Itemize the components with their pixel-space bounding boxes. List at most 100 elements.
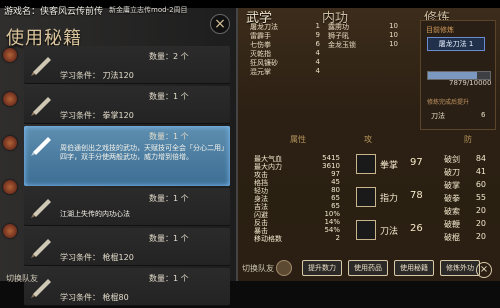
secret-desc: 周伯通创出之戏技的武功，天赋技可全会「分心二用」四字，双手分使两般武功，威力增到… [60,144,225,161]
resist-value: 20 [475,206,486,215]
stat-label: 最大内力 [254,163,282,171]
skill-name: 露雳功 [328,23,349,31]
brush-icon [31,97,51,116]
skill-name: 金龙玉锁 [328,41,356,49]
stat-label: 反击 [254,219,268,227]
skill-level: 4 [315,67,320,75]
skill-level: 4 [315,58,320,66]
fist-icon [356,154,376,174]
stat-label: 移动格数 [254,235,282,243]
rail-dot [3,224,17,238]
resist-label: 破拳 [444,194,460,203]
secrets-book-panel: 使用秘籍 × 数量：2 个 学习条件： 刀法120 数量：1 个 学习条件： 拳… [0,8,238,306]
resist-label: 破剑 [444,155,460,164]
resist-label: 破棍 [444,233,460,242]
row-label: 刀法 [431,112,445,120]
skill-row[interactable]: 屠龙刀法 1 露雳功 10 [250,22,412,31]
resist-label: 破鞭 [444,220,460,229]
use-item-button[interactable]: 使用药品 [348,260,388,276]
skill-row[interactable]: 狂风镰砂 4 [250,58,412,67]
skill-label: 刀法 [380,227,399,237]
secret-req: 学习条件： 枪棍120 [60,253,134,262]
stat-value: 97 [331,170,340,178]
attribute-stats: 最大气血 5415 最大内力 3610 攻击 97 格挡 45 轻功 80 身法 65 吉法… [254,154,354,243]
close-right-button[interactable]: × [476,262,492,278]
skill-row[interactable]: 雷霹手 9 狮子吼 10 [250,31,412,40]
skill-row[interactable]: 灭乾指 4 [250,49,412,58]
game-title-bar: 游戏名：侠客风云传前传 新金庸立志传mod-2周目 [0,0,240,20]
resist-label: 破刀 [444,168,460,177]
secret-item-selected[interactable]: 数量：1 个 周伯通创出之戏技的武功，天赋技可全会「分心二用」四字，双手分使两般… [24,126,230,186]
secret-req: 学习条件： 拳掌120 [60,111,134,120]
switch-companion-icon[interactable] [276,260,292,276]
brush-icon [31,137,51,156]
skill-row[interactable]: 混元掌 4 [250,67,412,76]
defense-stats: 破剑 84 破刀 41 破掌 60 破拳 55 破索 20 破鞭 20 破棍 20 [444,154,494,245]
current-skill[interactable]: 屠龙刀法 1 [427,37,485,51]
secret-qty: 数量：2 个 [149,52,189,61]
action-buttons: 提升数力 使用药品 使用秘籍 修炼外功 [302,260,480,276]
stat-value: 45 [331,178,340,186]
secret-item[interactable]: 数量：1 个 学习条件： 枪棍80 [24,268,230,306]
secrets-list: 数量：2 个 学习条件： 刀法120 数量：1 个 学习条件： 拳掌120 数量… [24,46,230,308]
card-title: 目前修炼 [426,26,454,34]
skill-level: 9 [315,31,320,39]
skill-value: 97 [410,157,423,168]
stat-label: 攻击 [254,171,268,179]
brush-icon [31,239,51,258]
rail-dot [3,180,17,194]
secret-item[interactable]: 数量：1 个 江湖上失传的内功心法 [24,188,230,226]
skill-name: 狮子吼 [328,32,349,40]
skill-label: 指力 [380,194,399,204]
skill-name: 雷霹手 [250,32,271,40]
rail-dot [3,48,17,62]
skill-level: 1 [315,22,320,30]
stat-value: 5415 [322,154,340,162]
left-rail [0,46,20,266]
skill-entry[interactable]: 指力 78 [356,181,426,213]
rail-dot [3,136,17,150]
train-external-button[interactable]: 修炼外功 [440,260,480,276]
skill-row[interactable]: 七伤拳 6 金龙玉锁 10 [250,40,412,49]
boost-button[interactable]: 提升数力 [302,260,342,276]
use-secret-button[interactable]: 使用秘籍 [394,260,434,276]
resist-value: 60 [475,180,486,189]
footer-caption: 切换队友 [6,274,38,283]
stat-value: 14% [324,218,340,226]
skill-name: 混元掌 [250,68,271,76]
attack-skills: 拳掌 97 指力 78 刀法 26 [356,148,426,247]
attr-header: 属性 [290,135,306,144]
game-subtitle: 新金庸立志传mod-2周目 [109,6,188,14]
stat-label: 格挡 [254,179,268,187]
blade-icon [356,220,376,240]
secret-req: 学习条件： 刀法120 [60,71,134,80]
secret-item[interactable]: 数量：1 个 学习条件： 枪棍120 [24,228,230,266]
stat-value: 80 [331,186,340,194]
skill-entry[interactable]: 拳掌 97 [356,148,426,180]
resist-value: 41 [475,167,486,176]
game-name: 游戏名：侠客风云传前传 [4,6,104,17]
stat-label: 暴击 [254,227,268,235]
stat-label: 身法 [254,195,268,203]
secret-item[interactable]: 数量：2 个 学习条件： 刀法120 [24,46,230,84]
resist-value: 20 [475,232,486,241]
progress-text: 7879/10000 [449,79,492,87]
skill-level: 10 [389,40,398,48]
stat-value: 65 [331,194,340,202]
switch-companion-text[interactable]: 切换队友 [242,263,274,274]
martial-panel: 武学 内功 修炼 屠龙刀法 1 露雳功 10 雷霹手 9 狮子吼 10 七伤拳 … [238,8,500,281]
rail-dot [3,92,17,106]
secret-qty: 数量：1 个 [149,132,189,141]
stat-value: 2 [335,234,340,242]
defense-header: 防 [464,135,472,144]
skill-level: 10 [389,22,398,30]
skill-entry[interactable]: 刀法 26 [356,214,426,246]
skill-value: 26 [410,223,423,234]
resist-value: 84 [475,154,486,163]
stat-value: 65 [331,202,340,210]
skill-name: 屠龙刀法 [250,23,278,31]
secret-item[interactable]: 数量：1 个 学习条件： 拳掌120 [24,86,230,124]
stat-label: 吉法 [254,203,268,211]
resist-value: 20 [475,219,486,228]
stat-label: 闪避 [254,211,268,219]
